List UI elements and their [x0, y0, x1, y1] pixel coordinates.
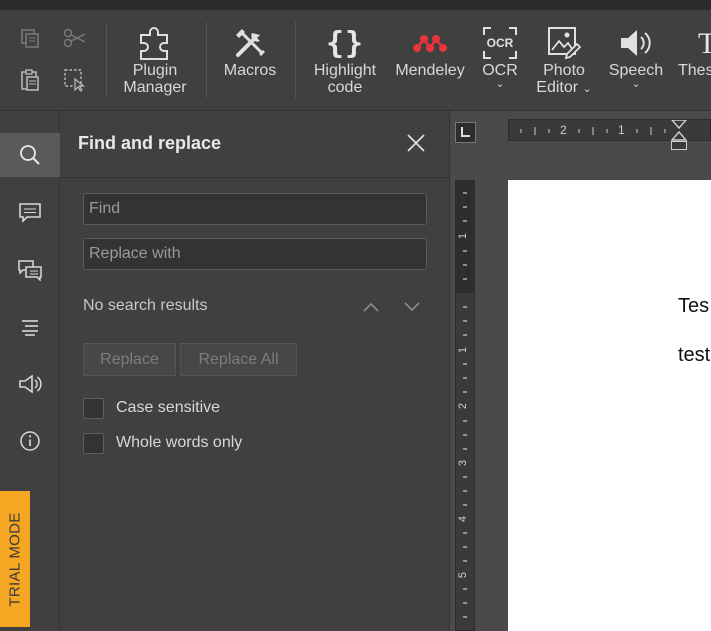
speaker-icon	[618, 24, 654, 62]
previous-result-button[interactable]	[359, 295, 383, 319]
trial-mode-badge[interactable]: TRIAL MODE	[0, 491, 30, 627]
ruler-label: 1	[457, 346, 470, 354]
whole-words-option[interactable]: Whole words only	[83, 432, 242, 454]
speech-button[interactable]: Speech ⌄	[604, 24, 668, 90]
toolbar: Plugin Manager Macros {} Highlight code …	[0, 10, 711, 111]
close-icon	[407, 134, 425, 152]
case-sensitive-option[interactable]: Case sensitive	[83, 397, 220, 419]
whole-words-checkbox[interactable]	[83, 432, 104, 454]
chevron-up-icon	[363, 302, 379, 312]
photo-editor-label-2: Editor ⌄	[536, 79, 592, 96]
ruler-label: 1	[618, 123, 625, 137]
replace-all-button[interactable]: Replace All	[180, 343, 297, 376]
cut-icon[interactable]	[61, 24, 89, 52]
trial-mode-label: TRIAL MODE	[6, 511, 24, 607]
copy-icon[interactable]	[16, 24, 44, 52]
highlight-code-label-1: Highlight	[313, 62, 377, 79]
document-line[interactable]: test	[678, 344, 710, 367]
ruler-label: 3	[457, 459, 470, 467]
search-status: No search results	[83, 297, 208, 314]
toolbar-separator	[295, 22, 296, 98]
ocr-button[interactable]: OCR OCR ⌄	[474, 24, 526, 90]
ruler-label: 5	[457, 571, 470, 579]
chevron-down-icon: ⌄	[495, 78, 505, 90]
ruler-ticks	[520, 120, 688, 141]
thesaurus-button[interactable]: T Thes	[678, 24, 711, 79]
case-sensitive-checkbox[interactable]	[83, 397, 104, 419]
document-area: 2 1 1 1 2 3 4 5 Tes test	[450, 111, 711, 631]
megaphone-icon	[19, 374, 42, 394]
sidebar-item-comments[interactable]	[0, 191, 60, 235]
plugin-manager-button[interactable]: Plugin Manager	[118, 24, 192, 96]
find-input[interactable]	[83, 193, 427, 225]
toolbar-separator	[106, 22, 107, 98]
select-icon[interactable]	[61, 66, 89, 94]
chat-icon	[18, 260, 42, 281]
plugin-manager-label-1: Plugin	[132, 62, 178, 79]
braces-icon: {}	[325, 25, 365, 61]
vertical-ruler[interactable]: 1 1 2 3 4 5	[455, 180, 475, 631]
whole-words-label: Whole words only	[116, 434, 243, 451]
title-strip	[0, 0, 711, 10]
speech-label: Speech	[608, 62, 664, 79]
highlight-code-button[interactable]: {} Highlight code	[306, 24, 384, 96]
toolbar-separator	[206, 22, 207, 98]
thesaurus-label: Thes	[678, 62, 711, 79]
ruler-label: 2	[560, 123, 567, 137]
panel-header: Find and replace	[60, 111, 450, 178]
highlight-code-label-2: code	[327, 79, 363, 96]
sidebar-item-headings[interactable]	[0, 305, 60, 349]
sidebar-item-announcements[interactable]	[0, 362, 60, 406]
mendeley-icon	[410, 24, 450, 62]
horizontal-ruler[interactable]: 2 1	[508, 119, 711, 141]
replace-input[interactable]	[83, 238, 427, 270]
sidebar-item-about[interactable]	[0, 419, 60, 463]
ruler-label: 2	[457, 402, 470, 410]
mendeley-button[interactable]: Mendeley	[390, 24, 470, 79]
headings-icon	[22, 320, 38, 336]
sidebar-item-search[interactable]	[0, 133, 60, 177]
tools-icon	[232, 24, 268, 62]
sidebar-item-chat[interactable]	[0, 248, 60, 292]
document-page[interactable]: Tes test	[508, 180, 711, 631]
search-icon	[20, 145, 40, 165]
case-sensitive-label: Case sensitive	[116, 399, 221, 416]
mendeley-label: Mendeley	[395, 62, 465, 79]
info-icon	[20, 431, 40, 451]
photo-editor-button[interactable]: Photo Editor ⌄	[530, 24, 598, 98]
ocr-icon: OCR	[482, 24, 518, 62]
panel-title: Find and replace	[78, 133, 222, 153]
photo-edit-icon	[546, 24, 582, 62]
close-button[interactable]	[404, 131, 428, 155]
macros-label: Macros	[223, 62, 277, 79]
next-result-button[interactable]	[400, 295, 424, 319]
left-sidebar: TRIAL MODE	[0, 111, 60, 631]
tab-stop-selector[interactable]	[455, 122, 476, 143]
left-indent-marker[interactable]	[671, 141, 687, 150]
chevron-down-icon: ⌄	[631, 78, 641, 90]
ocr-icon-text: OCR	[487, 36, 514, 50]
document-line[interactable]: Tes	[678, 295, 709, 318]
paste-icon[interactable]	[16, 66, 44, 94]
app-window: Plugin Manager Macros {} Highlight code …	[0, 0, 711, 631]
chevron-down-icon	[404, 302, 420, 312]
replace-button[interactable]: Replace	[83, 343, 176, 376]
macros-button[interactable]: Macros	[214, 24, 286, 79]
ruler-label: 1	[457, 232, 470, 240]
comment-icon	[19, 203, 41, 223]
find-replace-panel: Find and replace No search results Repla…	[60, 111, 450, 631]
photo-editor-label-1: Photo	[543, 62, 585, 79]
plugin-manager-label-2: Manager	[123, 79, 187, 96]
puzzle-icon	[136, 24, 174, 62]
ruler-label: 4	[457, 515, 470, 523]
ocr-label: OCR	[482, 62, 518, 79]
thesaurus-icon: T	[698, 26, 711, 60]
